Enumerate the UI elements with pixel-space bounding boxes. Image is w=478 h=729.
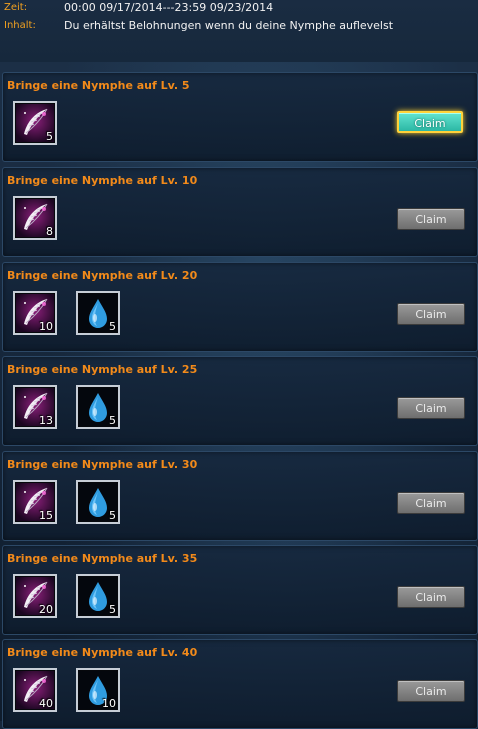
reward-section: Bringe eine Nymphe auf Lv. 25 13 5 Claim — [2, 356, 478, 446]
item-count: 15 — [39, 509, 53, 522]
reward-item-slot[interactable]: 8 — [13, 196, 57, 240]
item-count: 40 — [39, 697, 53, 710]
content-label: Inhalt: — [4, 20, 36, 31]
reward-title: Bringe eine Nymphe auf Lv. 35 — [7, 552, 198, 565]
reward-item-slot[interactable]: 10 — [76, 668, 120, 712]
reward-item-slot[interactable]: 20 — [13, 574, 57, 618]
item-count: 8 — [46, 225, 53, 238]
reward-title: Bringe eine Nymphe auf Lv. 10 — [7, 174, 198, 187]
reward-item-slot[interactable]: 15 — [13, 480, 57, 524]
claim-button[interactable]: Claim — [397, 492, 465, 514]
claim-button[interactable]: Claim — [397, 680, 465, 702]
reward-item-slot[interactable]: 5 — [76, 385, 120, 429]
event-header: Zeit: 00:00 09/17/2014---23:59 09/23/201… — [0, 0, 478, 62]
item-count: 5 — [109, 320, 116, 333]
claim-button[interactable]: Claim — [397, 111, 463, 133]
reward-section: Bringe eine Nymphe auf Lv. 20 10 5 Claim — [2, 262, 478, 352]
time-label: Zeit: — [4, 2, 28, 13]
reward-title: Bringe eine Nymphe auf Lv. 30 — [7, 458, 198, 471]
reward-title: Bringe eine Nymphe auf Lv. 25 — [7, 363, 198, 376]
reward-item-slot[interactable]: 5 — [76, 480, 120, 524]
reward-item-slot[interactable]: 5 — [13, 101, 57, 145]
item-count: 5 — [109, 509, 116, 522]
item-count: 10 — [39, 320, 53, 333]
claim-button[interactable]: Claim — [397, 397, 465, 419]
item-count: 5 — [109, 603, 116, 616]
time-value: 00:00 09/17/2014---23:59 09/23/2014 — [64, 1, 274, 14]
reward-item-slot[interactable]: 10 — [13, 291, 57, 335]
item-count: 10 — [102, 697, 116, 710]
reward-item-slot[interactable]: 5 — [76, 574, 120, 618]
reward-title: Bringe eine Nymphe auf Lv. 5 — [7, 79, 190, 92]
reward-title: Bringe eine Nymphe auf Lv. 40 — [7, 646, 198, 659]
content-value: Du erhältst Belohnungen wenn du deine Ny… — [64, 19, 394, 32]
item-count: 13 — [39, 414, 53, 427]
reward-item-slot[interactable]: 40 — [13, 668, 57, 712]
reward-section: Bringe eine Nymphe auf Lv. 40 40 10 Claim — [2, 639, 478, 729]
claim-button[interactable]: Claim — [397, 208, 465, 230]
reward-section: Bringe eine Nymphe auf Lv. 5 5 Claim — [2, 72, 478, 162]
reward-section: Bringe eine Nymphe auf Lv. 35 20 5 Claim — [2, 545, 478, 635]
reward-item-slot[interactable]: 5 — [76, 291, 120, 335]
reward-item-slot[interactable]: 13 — [13, 385, 57, 429]
reward-section: Bringe eine Nymphe auf Lv. 10 8 Claim — [2, 167, 478, 257]
item-count: 5 — [109, 414, 116, 427]
item-count: 20 — [39, 603, 53, 616]
reward-title: Bringe eine Nymphe auf Lv. 20 — [7, 269, 198, 282]
claim-button[interactable]: Claim — [397, 303, 465, 325]
reward-section: Bringe eine Nymphe auf Lv. 30 15 5 Claim — [2, 451, 478, 541]
claim-button[interactable]: Claim — [397, 586, 465, 608]
item-count: 5 — [46, 130, 53, 143]
